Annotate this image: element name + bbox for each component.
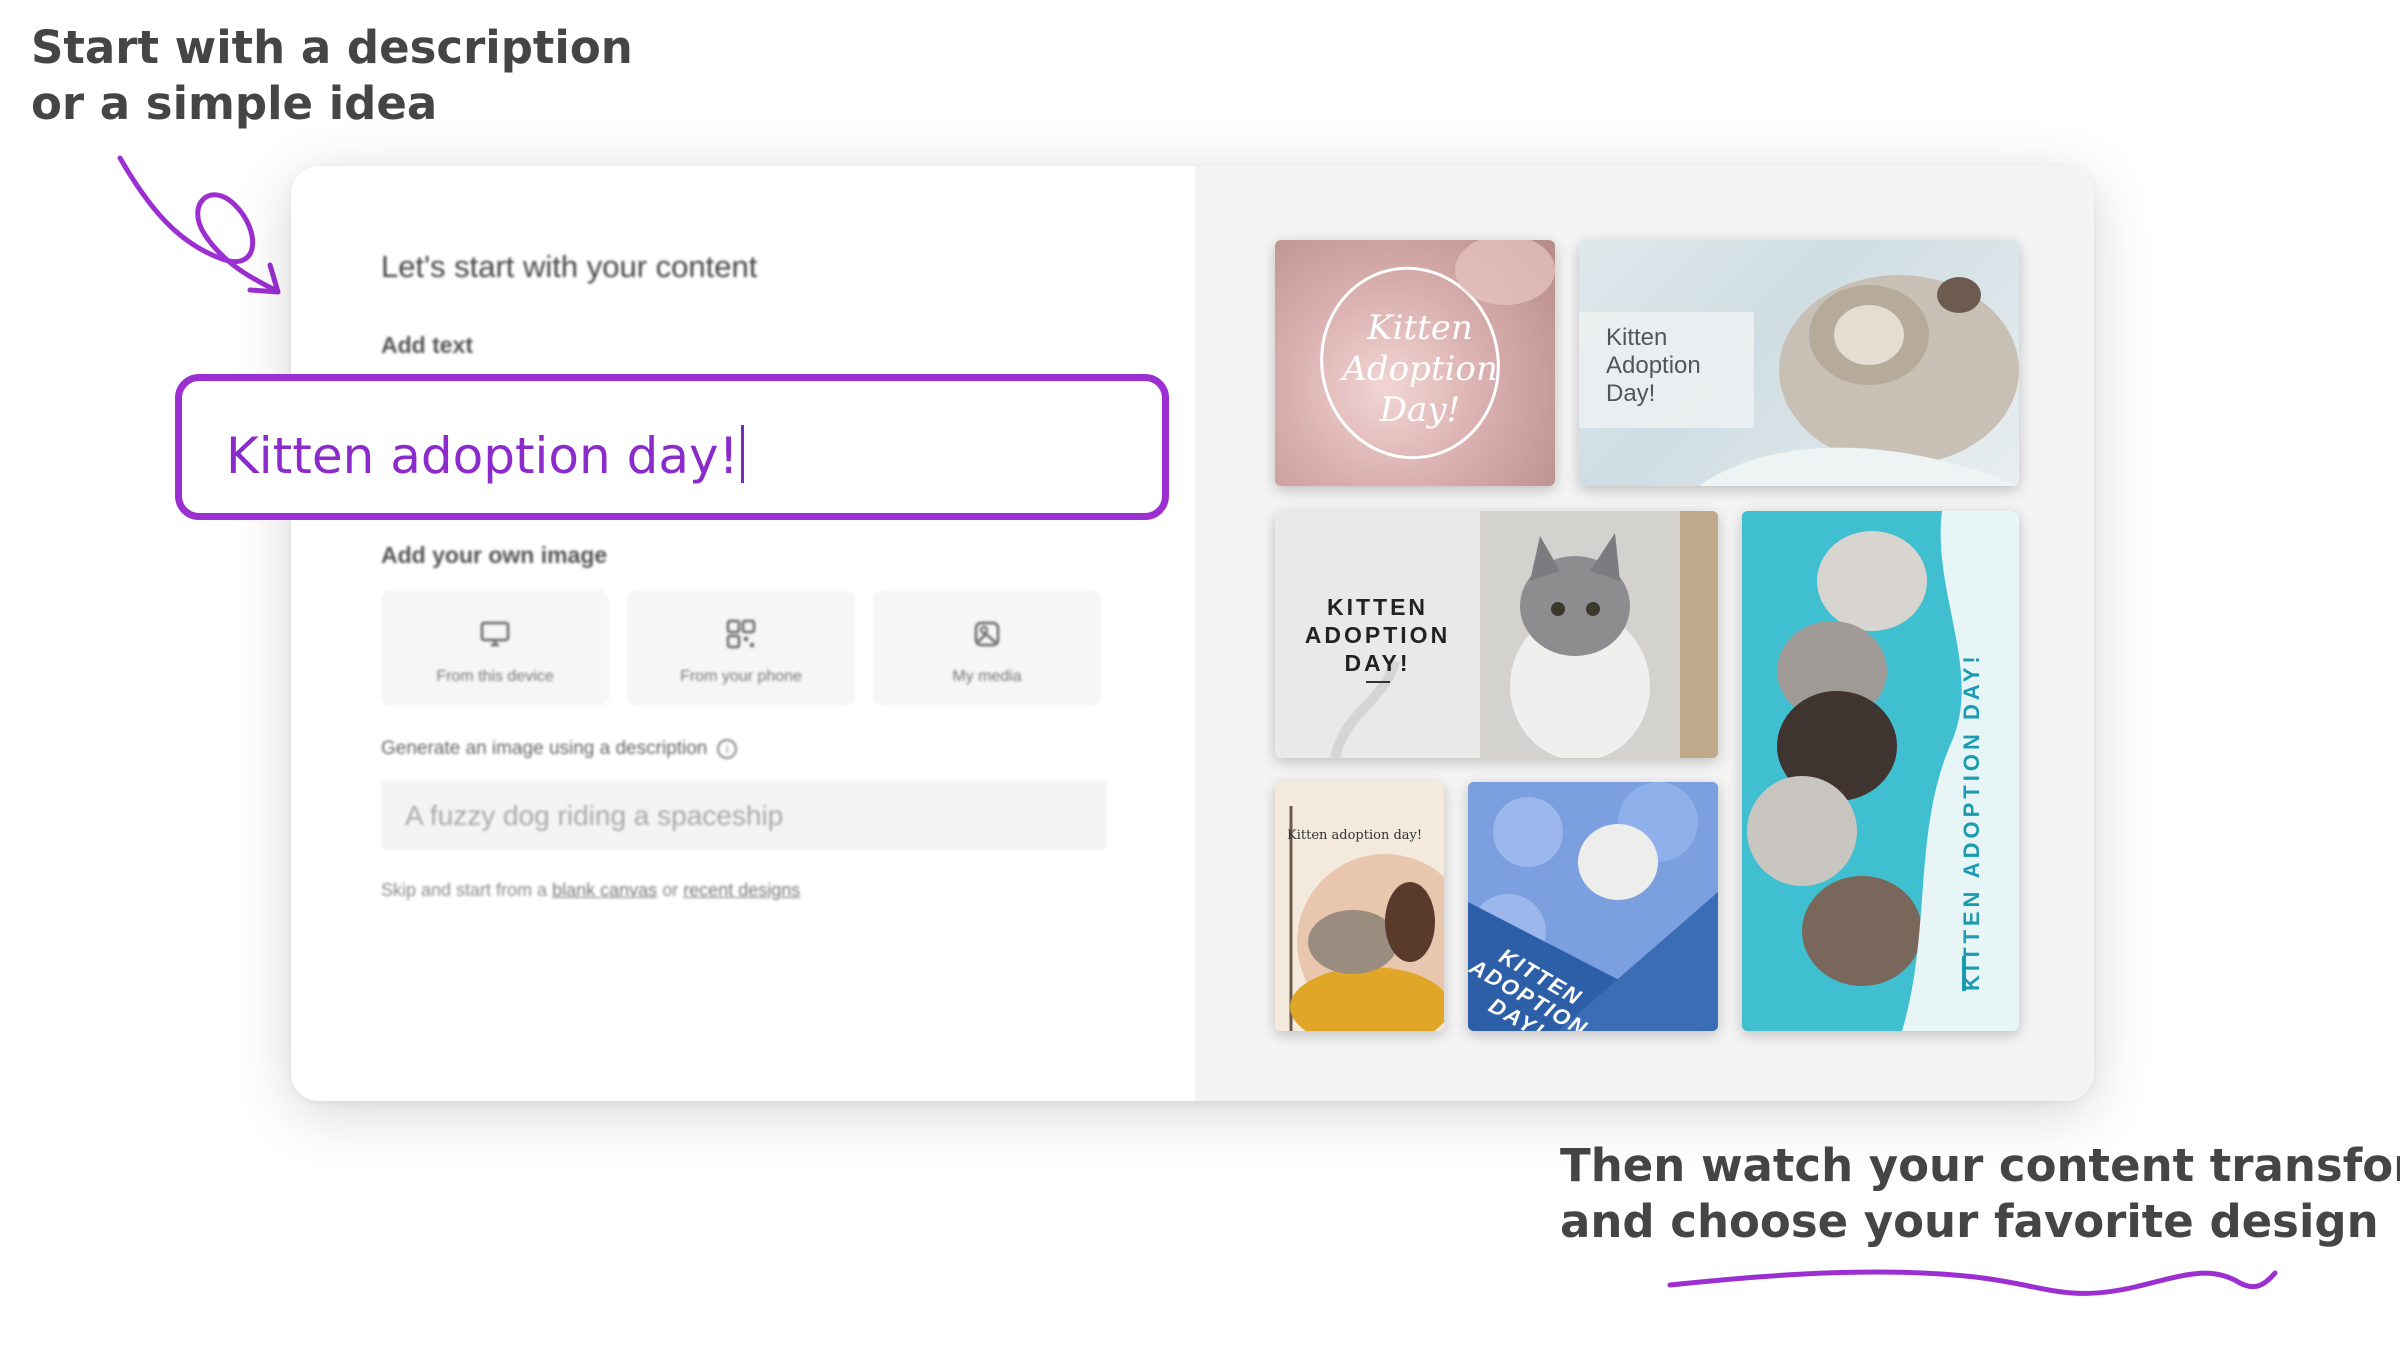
callout-top-line1: Start with a description	[31, 21, 633, 74]
panel-heading: Let's start with your content	[381, 249, 758, 284]
generate-placeholder: A fuzzy dog riding a spaceship	[405, 800, 784, 831]
from-phone-button[interactable]: From your phone	[627, 590, 855, 706]
skip-prefix: Skip and start from a	[381, 880, 548, 900]
design-2-title: Kitten Adoption Day!	[1606, 324, 1701, 407]
from-device-button[interactable]: From this device	[381, 590, 609, 706]
skip-or: or	[662, 880, 679, 900]
add-text-value: Kitten adoption day!	[226, 425, 744, 485]
design-3-title: KITTEN ADOPTION DAY!	[1304, 594, 1451, 676]
callout-bottom-line2: and choose your favorite design	[1560, 1195, 2379, 1249]
design-option-2[interactable]: Kitten Adoption Day!	[1579, 240, 2019, 486]
from-device-label: From this device	[436, 668, 554, 685]
my-media-label: My media	[952, 668, 1022, 685]
callout-bottom: Then watch your content transform and ch…	[1560, 1138, 2400, 1251]
from-phone-label: From your phone	[680, 668, 802, 685]
info-icon[interactable]: i	[717, 738, 738, 759]
generate-description-input[interactable]: A fuzzy dog riding a spaceship	[381, 780, 1107, 850]
add-text-label: Add text	[381, 332, 473, 358]
blank-canvas-link[interactable]: blank canvas	[552, 880, 657, 900]
design-option-4[interactable]: KITTEN ADOPTION DAY!	[1742, 511, 2019, 1031]
add-image-label: Add your own image	[381, 542, 608, 568]
media-icon	[974, 621, 1000, 647]
generate-label-text: Generate an image using a description	[381, 738, 708, 759]
my-media-button[interactable]: My media	[873, 590, 1101, 706]
recent-designs-link[interactable]: recent designs	[683, 880, 800, 900]
design-5-title: Kitten adoption day!	[1287, 828, 1423, 843]
design-option-3[interactable]: KITTEN ADOPTION DAY!	[1275, 511, 1718, 758]
design-4-title: KITTEN ADOPTION DAY!	[1959, 652, 1984, 991]
monitor-icon	[480, 621, 510, 647]
underline-doodle-icon	[1667, 1269, 2278, 1296]
qr-code-icon	[726, 619, 756, 649]
design-option-5[interactable]: Kitten adoption day!	[1275, 782, 1444, 1031]
arrow-doodle-icon	[117, 155, 281, 295]
text-caret	[740, 425, 744, 483]
content-panel: Let's start with your content Add text A…	[291, 166, 1195, 1101]
callout-bottom-line1: Then watch your content transform	[1560, 1139, 2400, 1192]
add-text-input[interactable]: Kitten adoption day!	[175, 374, 1169, 520]
callout-top: Start with a description or a simple ide…	[31, 20, 633, 133]
design-1-title: Kitten Adoption Day!	[1342, 308, 1498, 430]
design-option-6[interactable]: KITTEN ADOPTION DAY!	[1468, 782, 1718, 1031]
callout-top-line2: or a simple idea	[31, 77, 438, 131]
design-option-1[interactable]: Kitten Adoption Day!	[1275, 240, 1555, 486]
design-3-rule	[1366, 681, 1390, 683]
skip-text: Skip and start from a blank canvas or re…	[381, 880, 800, 901]
generate-label: Generate an image using a description i	[381, 738, 738, 760]
person-with-kitten-photo-icon	[1275, 782, 1444, 1031]
